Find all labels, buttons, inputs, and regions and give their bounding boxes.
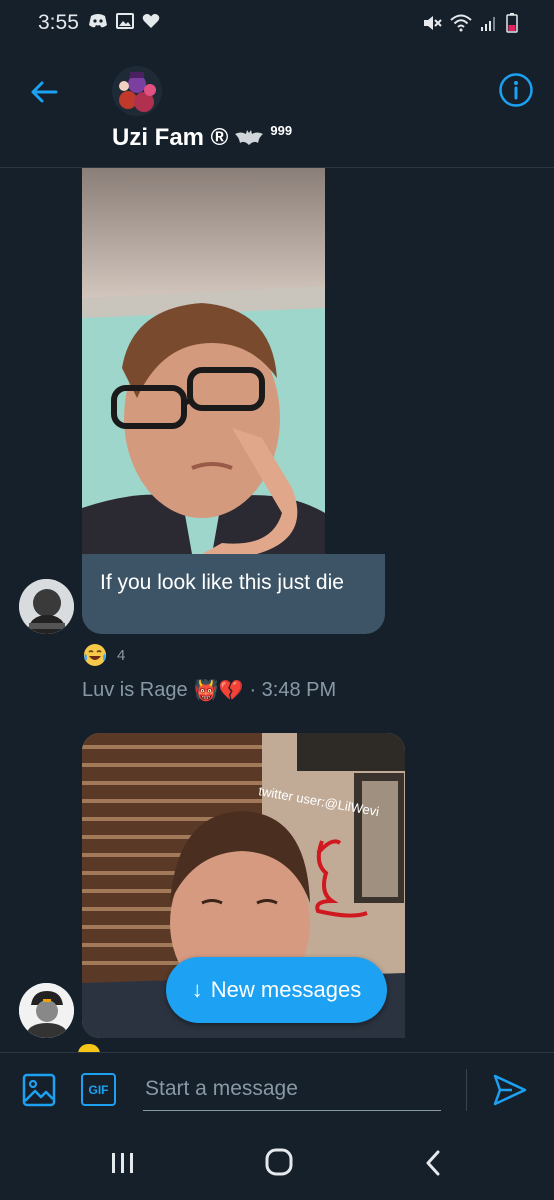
bat-icon xyxy=(235,130,264,145)
selfie-image xyxy=(82,168,325,554)
status-time: 3:55 xyxy=(38,11,79,34)
message-text: If you look like this just die xyxy=(100,571,344,594)
image-icon xyxy=(22,1073,56,1107)
reaction-count: 4 xyxy=(117,646,126,664)
chevron-left-icon xyxy=(426,1150,440,1176)
discord-icon xyxy=(89,14,107,28)
system-back-button[interactable] xyxy=(424,1150,442,1181)
laughing-tears-emoji-icon xyxy=(84,644,106,666)
signal-icon xyxy=(481,17,495,31)
mute-icon xyxy=(424,16,442,30)
message-bubble[interactable]: If you look like this just die xyxy=(82,554,385,634)
group-name[interactable]: Uzi Fam ® 999 xyxy=(112,122,293,152)
add-image-button[interactable] xyxy=(22,1073,56,1107)
group-avatar[interactable] xyxy=(112,66,162,116)
message-photo-selfie[interactable] xyxy=(82,168,325,554)
new-messages-button[interactable]: ↓ New messages xyxy=(166,957,387,1023)
sender-avatar-image xyxy=(19,983,74,1038)
message-input[interactable] xyxy=(143,1067,441,1111)
group-name-suffix: 999 xyxy=(270,122,293,138)
recent-apps-button[interactable] xyxy=(110,1152,136,1179)
reaction-badge[interactable]: 4 xyxy=(82,642,125,668)
gif-button[interactable]: GIF xyxy=(81,1073,116,1106)
back-arrow-icon xyxy=(31,81,58,103)
avatar[interactable] xyxy=(19,983,74,1038)
composer-divider xyxy=(466,1069,467,1111)
new-messages-label: New messages xyxy=(210,977,362,1002)
battery-icon xyxy=(506,13,518,33)
down-arrow-icon: ↓ xyxy=(191,977,203,1002)
message-composer: GIF xyxy=(0,1052,554,1124)
conversation-header: Uzi Fam ® 999 xyxy=(0,48,554,168)
home-button[interactable] xyxy=(265,1148,293,1181)
system-nav-bar xyxy=(0,1124,554,1200)
sender-avatar-image xyxy=(19,579,74,634)
home-icon xyxy=(265,1148,293,1176)
heart-icon xyxy=(142,14,160,28)
sender-name: Luv is Rage xyxy=(82,679,188,701)
system-icons xyxy=(422,13,518,33)
group-avatar-image xyxy=(112,66,162,116)
group-name-text: Uzi Fam ® xyxy=(112,124,229,151)
sender-emoji: 👹💔 xyxy=(193,680,244,702)
avatar[interactable] xyxy=(19,579,74,634)
gallery-icon xyxy=(116,13,134,29)
send-icon xyxy=(493,1074,527,1106)
notification-icons xyxy=(88,13,160,29)
info-button[interactable] xyxy=(498,72,534,108)
message-meta: Luv is Rage 👹💔 · 3:48 PM xyxy=(82,678,336,703)
status-bar: 3:55 xyxy=(0,0,554,48)
send-button[interactable] xyxy=(492,1073,528,1107)
message-timestamp: · 3:48 PM xyxy=(249,679,337,701)
back-button[interactable] xyxy=(28,76,60,108)
info-icon xyxy=(499,73,533,107)
recent-apps-icon xyxy=(112,1153,133,1173)
gif-icon: GIF xyxy=(88,1082,109,1097)
wifi-icon xyxy=(450,14,472,32)
